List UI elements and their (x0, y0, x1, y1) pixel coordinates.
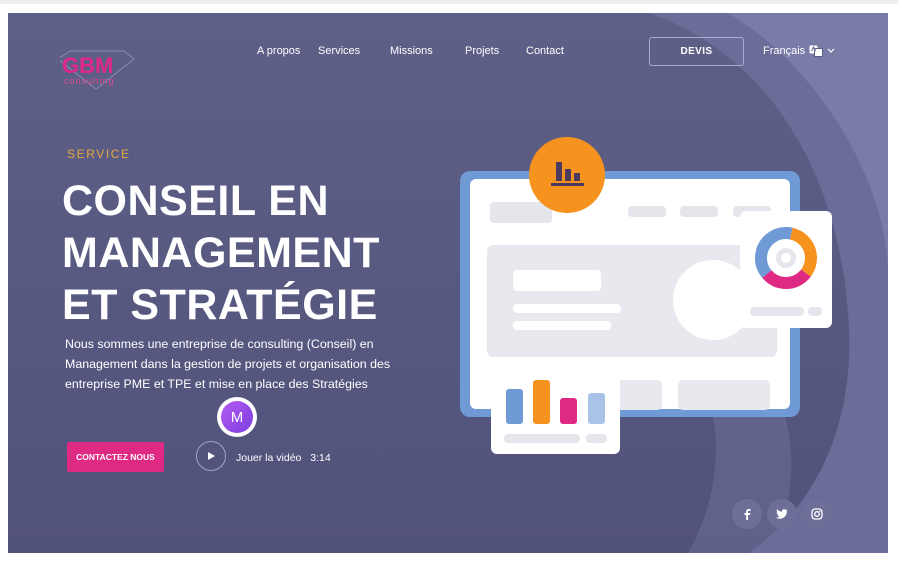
instagram-icon (811, 508, 823, 520)
dashboard-illustration (460, 137, 832, 454)
facebook-icon (744, 509, 751, 520)
facebook-button[interactable] (732, 499, 762, 529)
browser-top-strip (0, 0, 898, 4)
donut-card (740, 211, 832, 328)
instagram-button[interactable] (802, 499, 832, 529)
bar-card (491, 369, 620, 454)
twitter-icon (776, 509, 788, 519)
hero-section: GBM consulting A propos Services Mission… (8, 13, 888, 553)
twitter-button[interactable] (767, 499, 797, 529)
